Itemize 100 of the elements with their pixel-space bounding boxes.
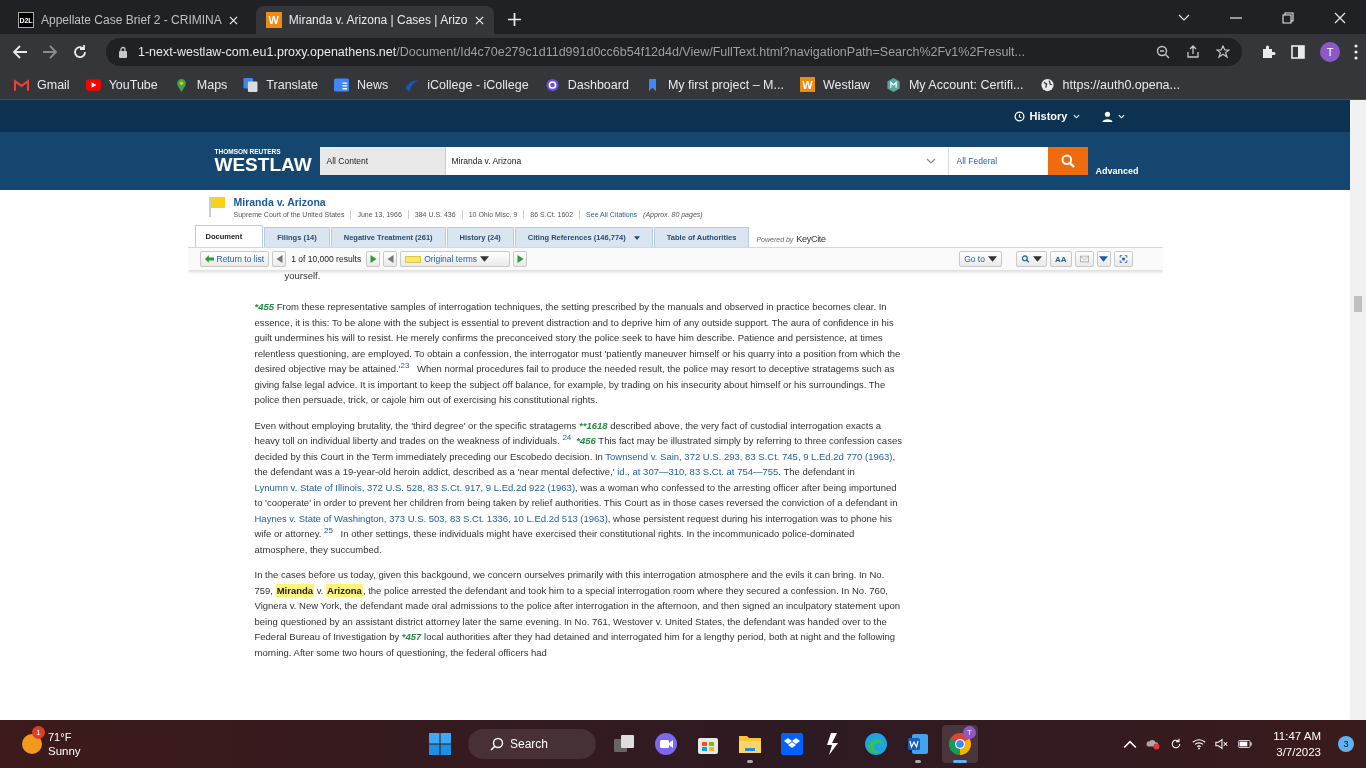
bookmark[interactable]: YouTube (85, 77, 158, 92)
restore-icon[interactable] (1282, 12, 1294, 24)
footnote-link[interactable]: 24 (562, 432, 572, 442)
bookmark[interactable]: Gmail (14, 77, 70, 92)
jurisdiction-selector[interactable]: All Federal (947, 147, 1048, 175)
search-icon (1060, 154, 1075, 168)
return-to-list-button[interactable]: Return to list (199, 251, 270, 267)
content-dropdown[interactable]: All Content (319, 147, 445, 175)
browser-tab[interactable]: W Miranda v. Arizona | Cases | Arizo (255, 6, 494, 34)
mail-icon (14, 77, 29, 92)
citation-link[interactable]: Haynes v. State of Washington, 373 U.S. 503, 83 S.Ct. 1336, 10 L.Ed.2d 513 (1963) (254, 512, 608, 524)
bookmark[interactable]: Dashboard (544, 77, 629, 92)
globe-icon (1039, 77, 1055, 92)
brand-logo: WESTLAW (214, 154, 313, 175)
weather-condition: Sunny (48, 744, 81, 758)
next-term-button[interactable] (513, 251, 528, 267)
ring-logo-icon (544, 77, 560, 92)
close-icon[interactable] (474, 15, 484, 25)
search-icon (1020, 255, 1030, 263)
zoom-icon[interactable] (1156, 45, 1170, 59)
wifi-icon[interactable] (1192, 738, 1207, 750)
previous-button[interactable] (272, 251, 287, 267)
cloud-icon[interactable] (1146, 738, 1161, 750)
share-icon[interactable] (1186, 45, 1200, 59)
news-icon (334, 77, 349, 92)
caret-icon (633, 235, 640, 240)
paragraph: *455 From these representative samples of interrogation techniques, the setting prescribed by the manuals and observed in practice becomes clear. In essence, it is this: To be alone with the subject is essential to prevent distraction and to deprive him of any outside support. The aura of confidence in his guilt undermines his will to resist. He merely confirms the preconceived story the police seek to have him describe. Patience and persistence, at times relentless questioning, are employed. To obtain a confession, the interrogator must 'patiently maneuver himself or his quarry into a position from which the desired objective may be attained.'$^{23}$ When normal procedures fail to produce the needed result, the police may resort to deceptive stratagems such as giving false legal advice. It is important to keep the subject off balance, for example, by trading on his insecurity about himself or his surroundings. The police then persuade, trick, or cajole him out of exercising his constitutional rights. (254, 300, 902, 407)
bookmark[interactable]: Translate (243, 77, 318, 92)
bookmark[interactable]: iCollege - iCollege (404, 77, 529, 92)
caret-icon (987, 255, 997, 263)
case-title[interactable]: Miranda v. Arizona (233, 196, 703, 208)
address-field[interactable]: 1-next-westlaw-com.eu1.proxy.openathens.net/Document/Id4c70e279c1d11d991d0cc6b54f12d4d/View/FullText.html?navigationPath=Search%2Fv1%2Fresult... (106, 38, 1242, 66)
clock-icon (1013, 110, 1025, 122)
plus-icon[interactable] (507, 13, 521, 26)
text-line: yourself. (284, 270, 322, 281)
paragraph: Even without employing brutality, the 'third degree' or the specific stratagems **1618 described above, the very fact of custodial interrogation exacts a heavy toll on individual liberty and trades on the weakness of individuals. $^{24}$ *456 This fact may be illustrated simply by referring to three confession cases decided by this Court in the Term immediately preceding our Escobedo decision. In Townsend v. Sain, 372 U.S. 293, 83 S.Ct. 745, 9 L.Ed.2d 770 (1963), the defendant was a 19-year-old heroin addict, described as a 'near mental defective,' id., at 307—310, 83 S.Ct. at 754—755. The defendant in Lynumn v. State of Illinois, 372 U.S. 528, 83 S.Ct. 917, 9 L.Ed.2d 922 (1963), was a woman who confessed to the arresting officer after being importuned to 'cooperate' in order to prevent her children from being taken by relief authorities. This Court as in those cases reversed the conviction of a defendant in Haynes v. State of Washington, 373 U.S. 503, 83 S.Ct. 1336, 10 L.Ed.2d 513 (1963), whose persistent request during his interrogation was to phone his wife or attorney. $^{25}$ In other settings, these individuals might have exercised their constitutional rights. In the incommunicado police-dominated atmosphere, they succumbed. (254, 418, 903, 557)
user-menu[interactable] (1101, 110, 1125, 122)
chevron-up-icon[interactable] (1123, 738, 1138, 750)
search-within-button[interactable] (1015, 251, 1047, 267)
result-counter: 1 of 10,000 results (291, 254, 362, 264)
close-icon[interactable] (1334, 12, 1346, 24)
browser-logo-icon (948, 732, 972, 756)
search-field[interactable]: Miranda v. Arizona (444, 147, 948, 175)
profile-badge: T (963, 726, 976, 739)
expand-icon (1118, 255, 1128, 263)
battery-icon[interactable] (1238, 738, 1253, 750)
flag-icon (207, 196, 226, 218)
back-arrow-icon (204, 255, 214, 263)
profile-avatar[interactable]: T (1320, 42, 1340, 62)
reload-icon[interactable] (72, 44, 88, 60)
go-to-dropdown[interactable]: Go to (959, 251, 1002, 267)
envelope-icon (1079, 255, 1089, 263)
windows-logo-icon (428, 732, 452, 756)
bookmark[interactable]: Maps (173, 77, 228, 92)
delivery-dropdown[interactable] (1096, 251, 1111, 267)
person-icon (1101, 110, 1113, 122)
more-menu-icon[interactable] (1354, 44, 1358, 60)
advanced-search-link[interactable]: Advanced (1095, 166, 1139, 176)
terms-dropdown[interactable]: Original terms (400, 251, 511, 267)
star-icon[interactable] (1216, 45, 1230, 59)
play-icon (85, 77, 101, 92)
search-box[interactable]: Search (468, 729, 596, 759)
clock[interactable]: 11:47 AM 3/7/2023 (1273, 728, 1321, 760)
bookmark[interactable]: My first project – M... (644, 77, 784, 92)
bookmark[interactable]: https://auth0.opena... (1039, 77, 1180, 92)
previous-term-button[interactable] (383, 251, 398, 267)
notification-badge[interactable]: 3 (1338, 736, 1354, 752)
bookmark[interactable]: W Westlaw (799, 77, 870, 92)
keycite-logo: KeyCite (796, 234, 826, 244)
bookmark[interactable]: My Account: Certifi... (885, 77, 1024, 92)
video-camera-icon (654, 732, 678, 756)
full-screen-button[interactable] (1113, 251, 1133, 267)
sun-icon (22, 734, 42, 754)
close-icon[interactable] (228, 15, 238, 25)
muted-speaker-icon[interactable] (1215, 738, 1230, 750)
footnote-link[interactable]: 25 (324, 525, 333, 535)
swoosh-icon (404, 77, 420, 92)
caret-icon (1072, 113, 1080, 119)
search-button[interactable] (1047, 147, 1088, 175)
puzzle-icon[interactable] (1260, 44, 1276, 60)
next-button[interactable] (366, 251, 381, 267)
hexagon-icon (885, 77, 901, 92)
lock-icon (118, 46, 128, 58)
caret-icon (1117, 113, 1125, 119)
weather-widget[interactable]: 1 71°F Sunny (22, 723, 112, 765)
bookmark[interactable]: News (334, 77, 389, 92)
forward-arrow-icon[interactable] (42, 44, 58, 60)
history-menu[interactable]: History (1013, 110, 1080, 122)
open-box-icon (780, 732, 804, 756)
paragraph: In the cases before us today, given this backgound, we concern ourselves primarily with this interrogation atmosphere and the evils it can bring. In No. 759, Miranda v. Arizona, the police arrested the defendant and took him to a special interrogation room where they secured a confession. In No. 760, Vignera v. New York, the defendant made oral admissions to the police after interrogation in the afternoon, and then signed an inculpatory statement upon being questioned by an assistant district attorney later the same evening. In No. 761, Westover v. United States, the defendant was handed over to the Federal Bureau of Investigation by *457 local authorities after they had detained and interrogated him for a lengthy period, both at night and the following morning. After some two hours of questioning, the federal officers had (254, 568, 902, 660)
document-icon (906, 732, 930, 756)
translate-icon (243, 77, 259, 92)
back-arrow-icon[interactable] (12, 44, 28, 60)
text-size-button[interactable]: AA (1049, 251, 1072, 267)
footnote-link[interactable]: 23 (400, 360, 410, 370)
side-panel-icon[interactable] (1290, 44, 1306, 60)
taskbar-app[interactable]: T (942, 725, 978, 763)
chevron-down-icon (925, 158, 936, 164)
scrollbar[interactable] (1350, 100, 1366, 720)
wave-logo-icon (864, 732, 888, 756)
